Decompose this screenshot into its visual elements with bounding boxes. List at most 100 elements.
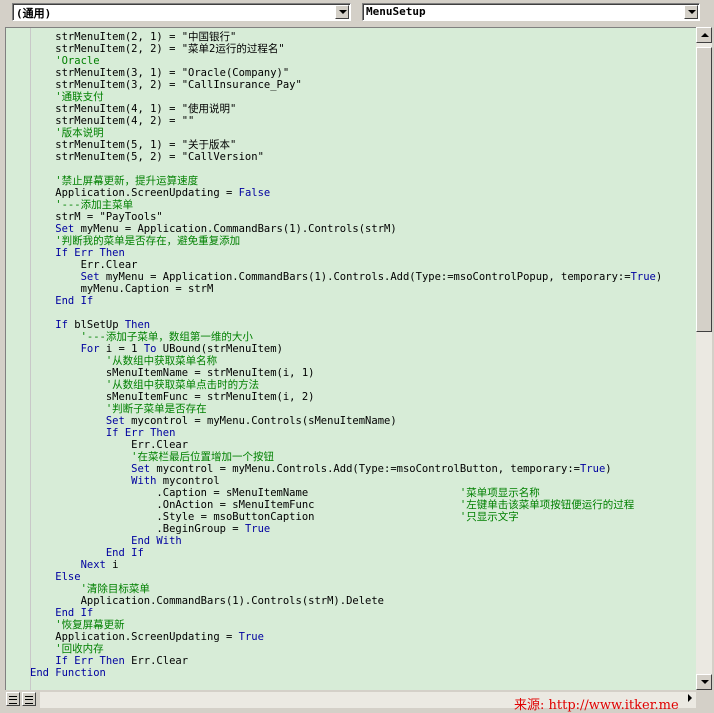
scroll-down-button[interactable] xyxy=(696,674,712,690)
code-line[interactable]: Err.Clear xyxy=(30,259,138,271)
code-line[interactable]: '从数组中获取菜单名称 xyxy=(30,355,217,367)
object-combo-value: (通用) xyxy=(16,7,52,20)
code-line[interactable]: '回收内存 xyxy=(30,643,104,655)
code-line[interactable]: strMenuItem(5, 2) = "CallVersion" xyxy=(30,151,264,163)
vertical-scrollbar[interactable] xyxy=(696,27,712,690)
code-line[interactable]: '清除目标菜单 xyxy=(30,583,150,595)
code-editor[interactable]: strMenuItem(2, 1) = "中国银行" strMenuItem(2… xyxy=(5,27,696,691)
code-keyword: End If xyxy=(30,295,94,307)
scroll-right-button[interactable] xyxy=(684,693,696,705)
code-line[interactable]: '版本说明 xyxy=(30,127,103,139)
code-line[interactable]: .BeginGroup = True xyxy=(30,523,270,535)
code-line[interactable]: Next i xyxy=(30,559,119,571)
code-line[interactable]: '判断子菜单是否存在 xyxy=(30,403,207,415)
code-comment: '通联支付 xyxy=(30,91,104,103)
code-line[interactable]: strMenuItem(5, 1) = "关于版本" xyxy=(30,139,236,151)
code-comment: '清除目标菜单 xyxy=(30,583,150,595)
code-pane[interactable]: strMenuItem(2, 1) = "中国银行" strMenuItem(2… xyxy=(30,28,696,691)
code-line[interactable]: strMenuItem(3, 2) = "CallInsurance_Pay" xyxy=(30,79,302,91)
object-combo[interactable]: (通用) xyxy=(12,3,351,21)
code-text: Application.ScreenUpdating = xyxy=(30,187,239,199)
procedure-view-button[interactable] xyxy=(6,692,20,706)
procedure-dropdown-button[interactable] xyxy=(684,5,698,19)
margin-indicator-bar[interactable] xyxy=(6,28,31,691)
code-line[interactable]: Else xyxy=(30,571,80,583)
code-window-header: (通用) MenuSetup xyxy=(0,0,714,26)
code-line[interactable]: .OnAction = sMenuItemFunc '左键单击该菜单项按钮便运行… xyxy=(30,499,634,511)
code-keyword: If Err Then xyxy=(30,427,176,439)
code-line[interactable]: Application.ScreenUpdating = False xyxy=(30,187,270,199)
code-text: strM = "PayTools" xyxy=(30,211,163,223)
code-text: sMenuItemFunc = strMenuItem(i, 2) xyxy=(30,391,315,403)
code-line[interactable]: 'Oracle xyxy=(30,55,99,67)
code-line[interactable]: .Style = msoButtonCaption '只显示文字 xyxy=(30,511,519,523)
code-line[interactable]: End Function xyxy=(30,667,106,679)
code-line[interactable]: strMenuItem(2, 1) = "中国银行" xyxy=(30,31,236,43)
code-keyword: With xyxy=(30,475,157,487)
code-line[interactable]: '禁止屏幕更新，提升运算速度 xyxy=(30,175,198,187)
source-watermark: 来源: http://www.itker.me xyxy=(514,698,679,713)
full-module-view-button[interactable] xyxy=(22,692,36,706)
code-line[interactable]: sMenuItemFunc = strMenuItem(i, 2) xyxy=(30,391,315,403)
code-comment: '禁止屏幕更新，提升运算速度 xyxy=(30,175,199,187)
code-line[interactable]: For i = 1 To UBound(strMenuItem) xyxy=(30,343,283,355)
code-keyword: Set xyxy=(30,271,100,283)
code-line[interactable]: '---添加主菜单 xyxy=(30,199,133,211)
code-line[interactable]: sMenuItemName = strMenuItem(i, 1) xyxy=(30,367,315,379)
code-keyword: Then xyxy=(124,319,151,331)
code-keyword: Set xyxy=(30,223,75,235)
code-line[interactable]: End With xyxy=(30,535,182,547)
procedure-view-icon xyxy=(9,696,17,704)
code-line[interactable]: Err.Clear xyxy=(30,439,188,451)
code-line[interactable]: Set myMenu = Application.CommandBars(1).… xyxy=(30,223,396,235)
code-keyword: Next xyxy=(30,559,106,571)
chevron-down-icon xyxy=(339,10,347,14)
procedure-combo-value: MenuSetup xyxy=(366,5,426,18)
code-keyword: True xyxy=(244,523,271,535)
code-line[interactable]: '---添加子菜单，数组第一维的大小 xyxy=(30,331,253,343)
code-text: Err.Clear xyxy=(30,259,138,271)
code-line[interactable]: '从数组中获取菜单点击时的方法 xyxy=(30,379,259,391)
code-text: ) xyxy=(605,463,612,475)
code-line[interactable]: '判断我的菜单是否存在，避免重复添加 xyxy=(30,235,240,247)
code-line[interactable]: If Err Then xyxy=(30,247,125,259)
code-line[interactable]: Application.CommandBars(1).Controls(strM… xyxy=(30,595,384,607)
code-keyword: If Err Then xyxy=(30,247,125,259)
object-dropdown-button[interactable] xyxy=(335,5,349,19)
procedure-combo[interactable]: MenuSetup xyxy=(362,3,700,21)
code-line[interactable]: Set mycontrol = myMenu.Controls(sMenuIte… xyxy=(30,415,397,427)
code-line[interactable]: strMenuItem(4, 2) = "" xyxy=(30,115,194,127)
code-line[interactable]: If Err Then xyxy=(30,427,176,439)
code-line[interactable]: strMenuItem(2, 2) = "菜单2运行的过程名" xyxy=(30,43,284,55)
code-line[interactable]: With mycontrol xyxy=(30,475,220,487)
code-keyword: End With xyxy=(30,535,182,547)
code-line[interactable]: If blSetUp Then xyxy=(30,319,150,331)
code-line[interactable]: Application.ScreenUpdating = True xyxy=(30,631,264,643)
code-line[interactable]: strM = "PayTools" xyxy=(30,211,163,223)
scroll-thumb[interactable] xyxy=(696,47,712,332)
full-module-view-icon xyxy=(25,696,33,704)
code-line[interactable]: strMenuItem(4, 1) = "使用说明" xyxy=(30,103,236,115)
code-line[interactable]: myMenu.Caption = strM xyxy=(30,283,214,295)
code-text: strMenuItem(5, 2) = "CallVersion" xyxy=(30,151,264,163)
code-comment: '只显示文字 xyxy=(459,511,519,523)
code-line[interactable]: .Caption = sMenuItemName '菜单项显示名称 xyxy=(30,487,539,499)
code-line[interactable]: '通联支付 xyxy=(30,91,104,103)
code-comment: '判断我的菜单是否存在，避免重复添加 xyxy=(30,235,241,247)
code-keyword: Set xyxy=(30,463,151,475)
code-text: mycontrol = myMenu.Controls.Add(Type:=ms… xyxy=(150,463,580,475)
code-text: blSetUp xyxy=(67,319,125,331)
code-line[interactable]: End If xyxy=(30,295,93,307)
code-keyword: End If xyxy=(30,607,94,619)
code-line[interactable]: strMenuItem(3, 1) = "Oracle(Company)" xyxy=(30,67,289,79)
code-line[interactable]: If Err Then Err.Clear xyxy=(30,655,188,667)
code-line[interactable]: '恢复屏幕更新 xyxy=(30,619,124,631)
code-text: strMenuItem(5, 1) = "关于版本" xyxy=(30,139,237,151)
code-line[interactable]: '在菜栏最后位置增加一个按钮 xyxy=(30,451,274,463)
code-line[interactable]: Set mycontrol = myMenu.Controls.Add(Type… xyxy=(30,463,612,475)
code-line[interactable]: End If xyxy=(30,607,93,619)
scroll-up-button[interactable] xyxy=(696,27,712,43)
code-line[interactable]: Set myMenu = Application.CommandBars(1).… xyxy=(30,271,663,283)
code-line[interactable]: End If xyxy=(30,547,144,559)
code-comment: '回收内存 xyxy=(30,643,104,655)
